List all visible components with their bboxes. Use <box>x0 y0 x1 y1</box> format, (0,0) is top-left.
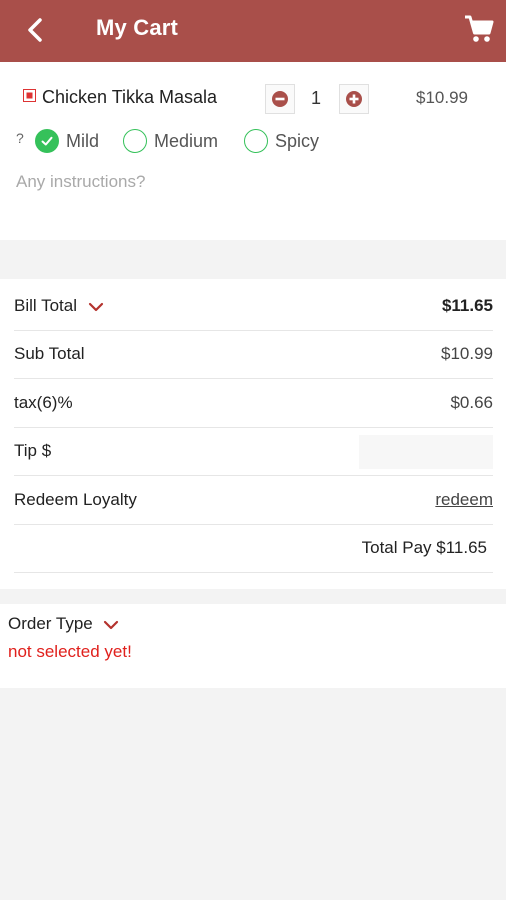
tax-label: tax(6)% <box>14 393 73 412</box>
plus-icon <box>346 91 362 107</box>
bill-total-value: $11.65 <box>441 296 493 315</box>
bill-total-row[interactable]: Bill Total $11.65 <box>14 282 493 331</box>
sub-total-value: $10.99 <box>441 344 493 363</box>
spice-option-mild[interactable]: Mild <box>35 127 99 155</box>
order-type-status: not selected yet! <box>8 642 132 661</box>
tax-value: $0.66 <box>450 393 493 412</box>
quantity-value: 1 <box>311 88 322 108</box>
total-pay-row: Total Pay $11.65 <box>14 524 493 573</box>
redeem-loyalty-row: Redeem Loyalty redeem <box>14 476 493 525</box>
spice-option-label: Mild <box>66 130 100 151</box>
back-chevron-icon[interactable] <box>22 14 50 46</box>
total-pay: Total Pay $11.65 <box>361 538 487 557</box>
increase-quantity-button[interactable] <box>339 84 369 114</box>
item-name: Chicken Tikka Masala <box>42 87 218 107</box>
veg-indicator-icon <box>23 89 36 102</box>
order-type-card: Order Type not selected yet! <box>0 604 506 688</box>
chevron-down-icon <box>88 302 103 311</box>
item-price: $10.99 <box>416 88 468 107</box>
checkmark-icon <box>35 129 59 153</box>
tip-label: Tip $ <box>14 441 52 460</box>
chevron-down-icon <box>104 620 119 629</box>
decrease-quantity-button[interactable] <box>265 84 295 114</box>
radio-circle-icon <box>244 129 268 153</box>
spice-prompt: ? <box>16 130 24 146</box>
order-type-toggle[interactable]: Order Type <box>8 614 119 634</box>
tax-row: tax(6)% $0.66 <box>14 379 493 428</box>
instructions-input[interactable] <box>14 168 418 196</box>
bill-total-label-wrap: Bill Total <box>14 296 104 316</box>
bill-total-label: Bill Total <box>14 296 77 315</box>
cart-icon[interactable] <box>462 12 496 46</box>
tip-row: Tip $ <box>14 427 493 476</box>
minus-icon <box>272 91 288 107</box>
redeem-loyalty-label: Redeem Loyalty <box>14 490 137 509</box>
spice-option-spicy[interactable]: Spicy <box>244 127 319 155</box>
spice-option-label: Spicy <box>275 130 320 151</box>
tip-input[interactable] <box>359 435 493 469</box>
spice-option-medium[interactable]: Medium <box>123 127 218 155</box>
order-type-label: Order Type <box>8 614 93 633</box>
radio-circle-icon <box>123 129 147 153</box>
app-bar: My Cart <box>0 0 506 62</box>
sub-total-row: Sub Total $10.99 <box>14 330 493 379</box>
bill-summary-card: Bill Total $11.65 Sub Total $10.99 tax(6… <box>0 279 506 589</box>
redeem-link[interactable]: redeem <box>435 490 493 510</box>
sub-total-label: Sub Total <box>14 344 85 363</box>
spice-option-label: Medium <box>154 130 219 151</box>
page-title: My Cart <box>96 15 179 40</box>
cart-item-card: Chicken Tikka Masala 1 $10.99 ? Mild Med… <box>0 62 506 240</box>
